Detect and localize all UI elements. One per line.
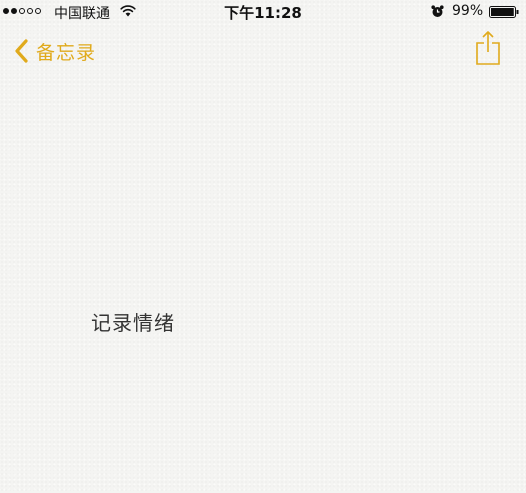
navigation-bar: 备忘录 [0, 30, 526, 74]
back-button-label: 备忘录 [36, 41, 97, 64]
status-time: 下午11:28 [224, 4, 302, 22]
battery-icon [489, 6, 519, 18]
back-button[interactable]: 备忘录 [14, 36, 96, 66]
chevron-left-icon [15, 39, 28, 63]
status-bar: 中国联通 下午11:28 99% [0, 0, 526, 24]
battery-percentage: 99% [452, 3, 484, 19]
note-content[interactable]: 记录情绪 [91, 307, 175, 336]
share-icon[interactable] [475, 30, 501, 66]
alarm-clock-icon [431, 5, 444, 17]
